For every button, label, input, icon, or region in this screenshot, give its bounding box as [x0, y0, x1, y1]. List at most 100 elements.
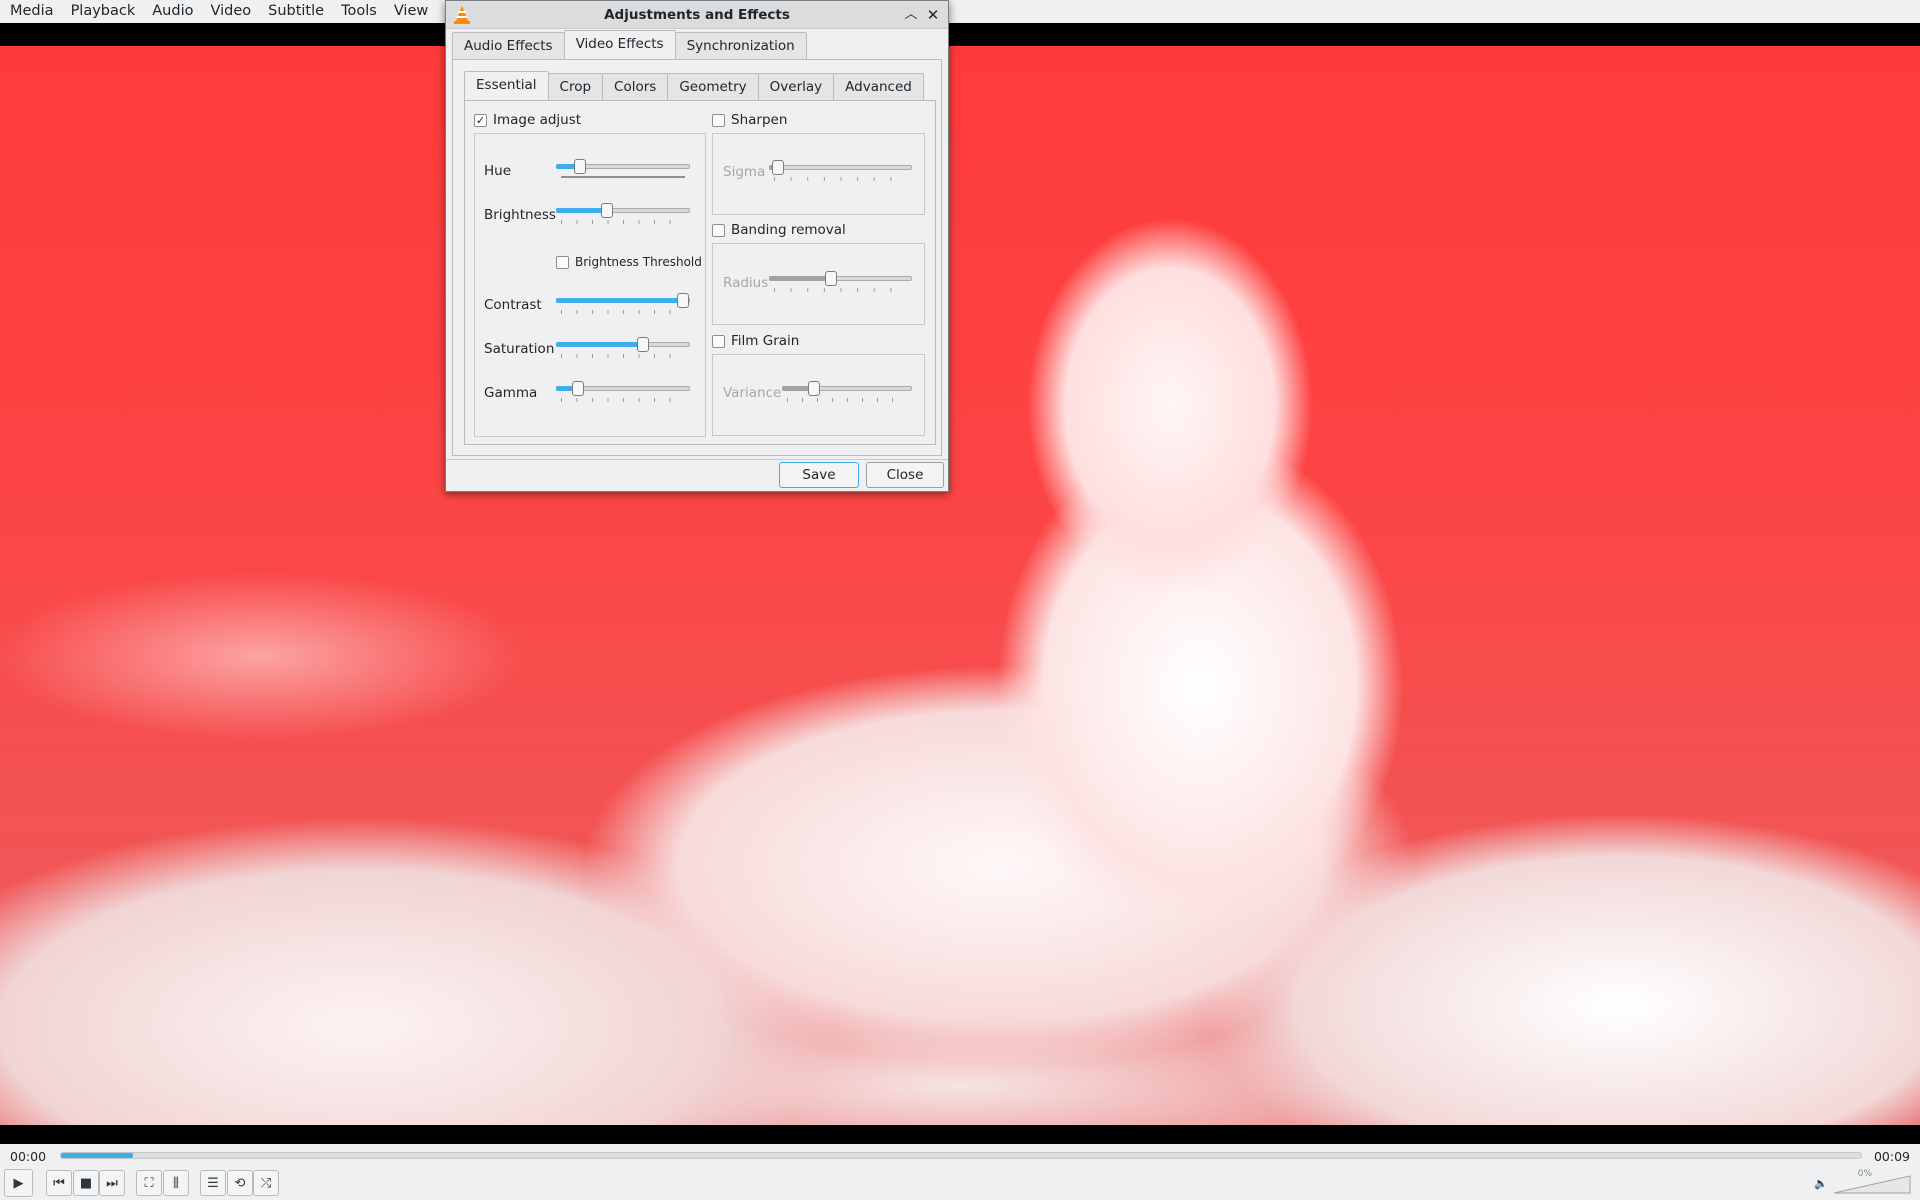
- play-button[interactable]: ▶: [4, 1169, 33, 1197]
- checkbox-empty-icon: [556, 255, 569, 269]
- close-button[interactable]: Close: [866, 462, 944, 488]
- slider-ticks: [561, 398, 685, 402]
- variance-slider[interactable]: [782, 379, 912, 402]
- slider-handle[interactable]: [677, 293, 689, 308]
- menu-playback[interactable]: Playback: [61, 0, 143, 23]
- film-grain-checkbox[interactable]: Film Grain: [712, 333, 799, 349]
- slider-ticks: [561, 354, 685, 358]
- video-effects-pane: Essential Crop Colors Geometry Overlay A…: [452, 59, 942, 456]
- checkbox-check-icon: ✓: [474, 113, 487, 127]
- slider-handle[interactable]: [574, 159, 586, 174]
- menu-video[interactable]: Video: [200, 0, 258, 23]
- slider-ticks: [561, 220, 685, 224]
- slider-fill: [556, 342, 643, 347]
- variance-label: Variance: [723, 385, 782, 401]
- slider-ticks: [561, 310, 685, 314]
- fullscreen-icon: ⛶: [144, 1175, 154, 1191]
- sliders-icon: ⫼: [173, 1175, 179, 1191]
- player-controls: 00:00 00:09 ▶ ⏮ ■ ⏭ ⛶ ⫼ ☰ ⟲ ⤮ 🔈 0%: [0, 1144, 1920, 1200]
- main-tabs: Audio Effects Video Effects Synchronizat…: [452, 30, 807, 59]
- contrast-label: Contrast: [484, 297, 542, 313]
- subtab-overlay[interactable]: Overlay: [757, 73, 835, 100]
- tab-audio-effects[interactable]: Audio Effects: [452, 32, 565, 59]
- slider-track: [769, 165, 912, 170]
- collapse-button[interactable]: ︿: [902, 6, 920, 24]
- banding-removal-checkbox[interactable]: Banding removal: [712, 222, 846, 238]
- brightness-slider[interactable]: [556, 201, 690, 224]
- video-effects-subtabs: Essential Crop Colors Geometry Overlay A…: [464, 71, 924, 100]
- radius-slider[interactable]: [769, 269, 912, 292]
- brightness-label: Brightness: [484, 207, 556, 223]
- subtab-essential[interactable]: Essential: [464, 71, 549, 100]
- menu-media[interactable]: Media: [0, 0, 61, 23]
- image-adjust-label: Image adjust: [493, 112, 582, 128]
- fullscreen-button[interactable]: ⛶: [136, 1170, 162, 1196]
- previous-button[interactable]: ⏮: [46, 1170, 72, 1196]
- radius-label: Radius: [723, 275, 769, 291]
- slider-handle[interactable]: [808, 381, 820, 396]
- menu-view[interactable]: View: [384, 0, 435, 23]
- slider-handle[interactable]: [572, 381, 584, 396]
- saturation-label: Saturation: [484, 341, 555, 357]
- skip-back-icon: ⏮: [53, 1175, 65, 1191]
- slider-handle[interactable]: [772, 160, 784, 175]
- next-button[interactable]: ⏭: [99, 1170, 125, 1196]
- window-close-button[interactable]: ✕: [924, 6, 942, 24]
- brightness-threshold-checkbox[interactable]: Brightness Threshold: [556, 255, 702, 269]
- checkbox-empty-icon: [712, 223, 725, 237]
- hue-slider[interactable]: [556, 157, 690, 178]
- image-adjust-group: Hue Brightness Brightness Threshold Cont…: [474, 133, 706, 437]
- gamma-label: Gamma: [484, 385, 538, 401]
- sharpen-label: Sharpen: [731, 112, 788, 128]
- slider-handle[interactable]: [825, 271, 837, 286]
- chevron-up-icon: ︿: [904, 7, 918, 22]
- time-elapsed: 00:00: [10, 1149, 47, 1164]
- gamma-slider[interactable]: [556, 379, 690, 402]
- contrast-slider[interactable]: [556, 291, 690, 314]
- slider-handle[interactable]: [601, 203, 613, 218]
- dialog-titlebar[interactable]: Adjustments and Effects ︿ ✕: [446, 1, 948, 29]
- sharpen-group: Sigma: [712, 133, 925, 215]
- slider-handle[interactable]: [637, 337, 649, 352]
- menubar: Media Playback Audio Video Subtitle Tool…: [0, 0, 1920, 23]
- dialog-footer-divider: [446, 459, 948, 460]
- extended-settings-button[interactable]: ⫼: [163, 1170, 189, 1196]
- brightness-threshold-label: Brightness Threshold: [575, 255, 702, 269]
- slider-ticks: [774, 288, 907, 292]
- menu-subtitle[interactable]: Subtitle: [258, 0, 331, 23]
- playlist-button[interactable]: ☰: [200, 1170, 226, 1196]
- sigma-slider[interactable]: [769, 158, 912, 181]
- time-total: 00:09: [1873, 1149, 1910, 1164]
- video-letterbox-top: [0, 23, 1920, 46]
- volume-slider[interactable]: [1832, 1174, 1912, 1194]
- subtab-crop[interactable]: Crop: [547, 73, 604, 100]
- play-icon: ▶: [13, 1175, 24, 1191]
- slider-fill: [556, 298, 683, 303]
- shuffle-button[interactable]: ⤮: [253, 1170, 279, 1196]
- volume-control[interactable]: 🔈 0%: [1814, 1169, 1912, 1196]
- slider-fill: [769, 276, 831, 281]
- seek-bar-progress: [61, 1153, 133, 1158]
- subtab-advanced[interactable]: Advanced: [833, 73, 924, 100]
- sharpen-checkbox[interactable]: Sharpen: [712, 112, 787, 128]
- image-adjust-checkbox[interactable]: ✓ Image adjust: [474, 112, 581, 128]
- stop-button[interactable]: ■: [73, 1170, 99, 1196]
- essential-pane: ✓ Image adjust Hue Brightness Brightness…: [464, 100, 936, 445]
- subtab-colors[interactable]: Colors: [602, 73, 669, 100]
- banding-removal-group: Radius: [712, 243, 925, 325]
- slider-ticks: [774, 177, 907, 181]
- loop-button[interactable]: ⟲: [227, 1170, 253, 1196]
- stop-icon: ■: [79, 1175, 93, 1191]
- checkbox-empty-icon: [712, 334, 725, 348]
- tab-synchronization[interactable]: Synchronization: [674, 32, 807, 59]
- subtab-geometry[interactable]: Geometry: [667, 73, 759, 100]
- menu-tools[interactable]: Tools: [331, 0, 384, 23]
- seek-bar[interactable]: [60, 1152, 1862, 1159]
- saturation-slider[interactable]: [556, 335, 690, 358]
- video-output[interactable]: [0, 46, 1920, 1125]
- hue-label: Hue: [484, 163, 512, 179]
- menu-audio[interactable]: Audio: [142, 0, 200, 23]
- tab-video-effects[interactable]: Video Effects: [563, 30, 676, 59]
- film-grain-group: Variance: [712, 354, 925, 436]
- save-button[interactable]: Save: [779, 462, 859, 488]
